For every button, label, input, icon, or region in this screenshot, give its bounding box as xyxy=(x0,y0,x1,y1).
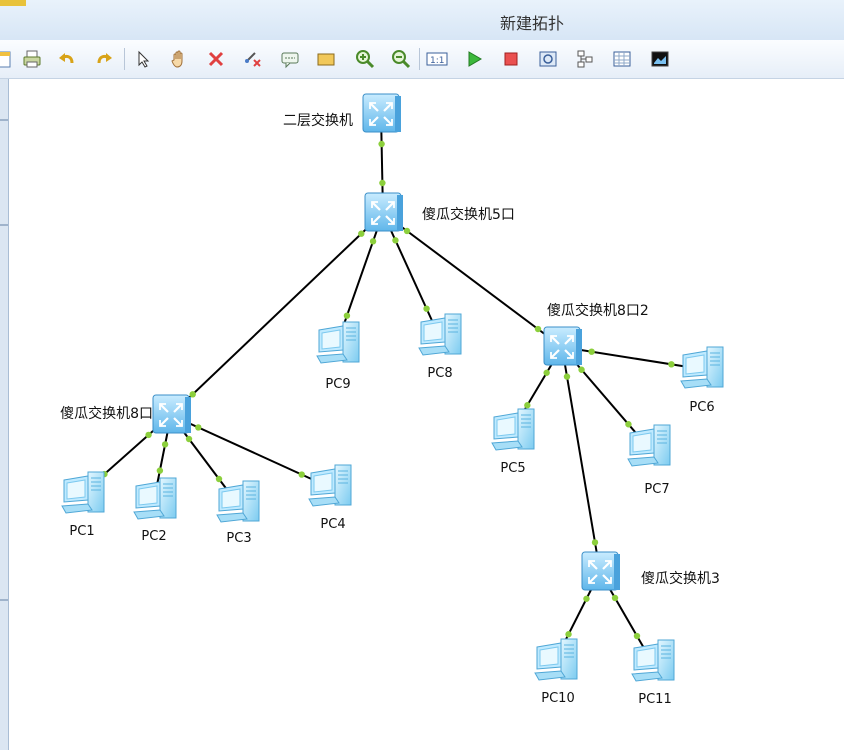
svg-text:1:1: 1:1 xyxy=(430,56,444,66)
stop-device-icon[interactable] xyxy=(499,47,523,71)
switch-l2switch[interactable] xyxy=(362,93,401,133)
port-indicator-sw8b xyxy=(543,369,550,376)
print-icon[interactable] xyxy=(20,47,44,71)
delete-link-icon[interactable] xyxy=(241,47,265,71)
window-title: 新建拓扑 xyxy=(499,14,564,33)
port-indicator-sw5 xyxy=(379,179,386,187)
device-label-sw5: 傻瓜交换机5口 xyxy=(422,206,515,223)
new-icon[interactable] xyxy=(0,47,16,71)
device-label-pc11: PC11 xyxy=(638,692,671,707)
switch-sw8b[interactable] xyxy=(543,326,582,366)
switch-sw8a[interactable] xyxy=(152,394,191,434)
pc-pc4[interactable] xyxy=(308,464,352,507)
port-indicator-sw3 xyxy=(591,539,599,546)
link-sw5-sw8a[interactable] xyxy=(170,212,384,416)
device-label-pc7: PC7 xyxy=(644,482,669,497)
link-sw8b-sw3[interactable] xyxy=(561,346,601,573)
pc-pc5[interactable] xyxy=(491,408,535,451)
redo-icon[interactable] xyxy=(92,47,116,71)
undo-icon[interactable] xyxy=(55,47,79,71)
port-indicator-pc3 xyxy=(215,475,223,483)
pc-pc1[interactable] xyxy=(61,471,105,514)
port-indicator-sw8b xyxy=(588,348,595,355)
start-device-icon[interactable] xyxy=(462,47,486,71)
topology-icon[interactable] xyxy=(573,47,597,71)
port-indicator-pc10 xyxy=(565,631,572,638)
pc-pc8[interactable] xyxy=(418,313,462,356)
port-indicator-pc8 xyxy=(423,305,430,312)
port-indicator-sw8a xyxy=(185,435,193,443)
text-note-icon[interactable] xyxy=(278,47,302,71)
device-label-pc8: PC8 xyxy=(427,366,452,381)
port-indicator-sw8a xyxy=(145,431,152,439)
port-indicator-sw8b xyxy=(563,373,571,380)
zoom-in-icon[interactable] xyxy=(353,47,377,71)
port-indicator-sw8a xyxy=(161,441,169,448)
device-label-sw8a: 傻瓜交换机8口 xyxy=(60,405,153,422)
port-indicator-sw5 xyxy=(403,227,411,235)
port-indicator-pc6 xyxy=(668,361,675,368)
device-label-pc1: PC1 xyxy=(69,524,94,539)
actual-size-icon[interactable]: 1:1 xyxy=(425,47,449,71)
device-label-pc9: PC9 xyxy=(325,377,350,392)
device-label-l2switch: 二层交换机 xyxy=(283,112,353,129)
capture-icon[interactable] xyxy=(536,47,560,71)
title-bar: 新建拓扑 xyxy=(0,0,844,41)
palette-icon[interactable] xyxy=(314,47,338,71)
topology-diagram: 二层交换机傻瓜交换机5口傻瓜交换机8口 傻瓜交换机8口2 傻瓜交换机3 PC1 PC2 P… xyxy=(60,93,724,707)
pc-pc9[interactable] xyxy=(316,321,360,364)
port-indicator-sw5 xyxy=(358,230,365,237)
link-sw8b-pc6[interactable] xyxy=(561,346,702,370)
hand-pan-icon[interactable] xyxy=(167,47,191,71)
device-label-pc10: PC10 xyxy=(541,691,574,706)
port-indicator-pc2 xyxy=(156,467,164,474)
device-label-pc3: PC3 xyxy=(226,531,251,546)
pc-pc10[interactable] xyxy=(534,638,578,681)
port-indicator-pc5 xyxy=(524,402,531,409)
port-indicator-sw8a xyxy=(189,391,196,398)
topology-canvas[interactable]: 二层交换机傻瓜交换机5口傻瓜交换机8口 傻瓜交换机8口2 傻瓜交换机3 PC1 PC2 P… xyxy=(9,79,844,750)
link-sw5-sw8b[interactable] xyxy=(382,212,563,348)
switch-sw3[interactable] xyxy=(581,551,620,591)
window-accent xyxy=(0,0,26,6)
left-panel-edge xyxy=(0,79,9,750)
port-indicator-sw8b xyxy=(578,366,585,373)
port-indicator-sw3 xyxy=(611,594,619,602)
port-indicator-sw8a xyxy=(195,424,202,431)
port-indicator-sw8b xyxy=(534,325,542,333)
pc-pc3[interactable] xyxy=(216,480,260,523)
port-indicator-pc11 xyxy=(633,632,641,640)
device-label-sw3: 傻瓜交换机3 xyxy=(641,570,720,587)
port-indicator-pc7 xyxy=(625,421,632,428)
device-label-pc4: PC4 xyxy=(320,517,345,532)
port-indicator-sw5 xyxy=(369,238,377,245)
pc-pc11[interactable] xyxy=(631,639,675,682)
port-indicator-l2switch xyxy=(378,140,385,148)
zoom-out-icon[interactable] xyxy=(389,47,413,71)
port-indicator-sw3 xyxy=(583,595,590,602)
port-indicator-sw5 xyxy=(392,237,399,244)
pc-pc2[interactable] xyxy=(133,477,177,520)
select-pointer-icon[interactable] xyxy=(131,47,155,71)
port-indicator-pc4 xyxy=(298,471,305,478)
port-indicator-pc9 xyxy=(343,312,351,319)
switch-sw5[interactable] xyxy=(364,192,403,232)
device-label-pc6: PC6 xyxy=(689,400,714,415)
grid-icon[interactable] xyxy=(610,47,634,71)
device-label-sw8b: 傻瓜交换机8口2 xyxy=(547,302,649,319)
link-sw8a-pc4[interactable] xyxy=(170,414,330,488)
screenshot-icon[interactable] xyxy=(648,47,672,71)
device-label-pc2: PC2 xyxy=(141,529,166,544)
delete-icon[interactable] xyxy=(204,47,228,71)
pc-pc6[interactable] xyxy=(680,346,724,389)
toolbar: 1:1 xyxy=(0,40,844,79)
device-label-pc5: PC5 xyxy=(500,461,525,476)
